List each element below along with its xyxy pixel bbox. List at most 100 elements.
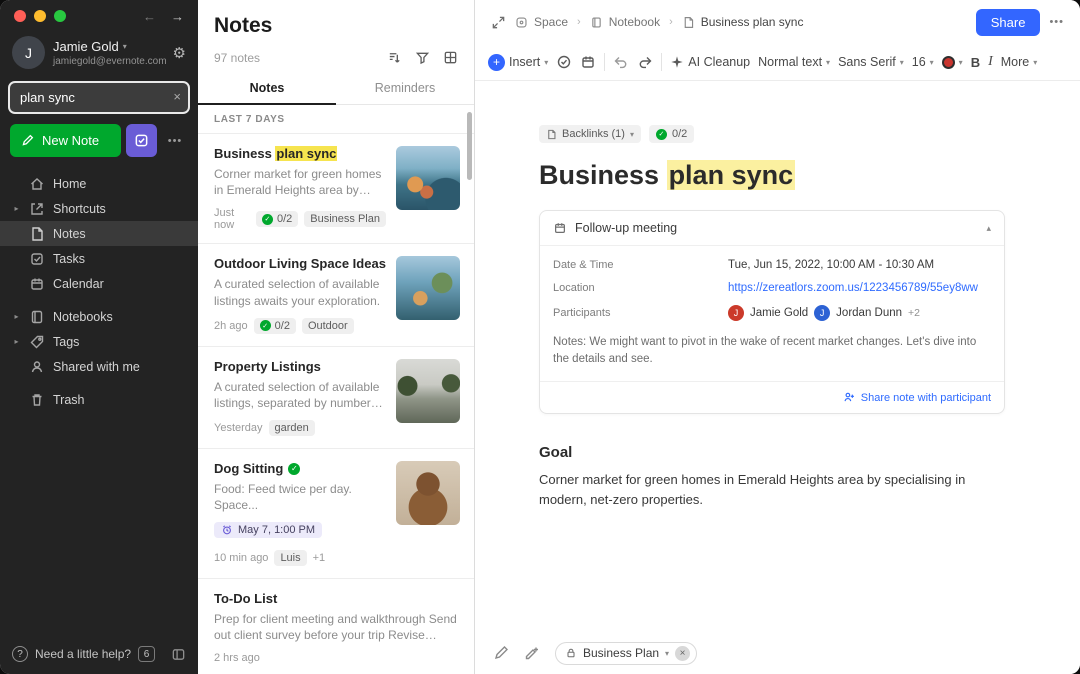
sort-icon[interactable] — [387, 50, 402, 65]
chevron-down-icon: ▾ — [544, 58, 548, 67]
insert-menu[interactable]: + Insert ▾ — [488, 54, 548, 71]
zoom-window-button[interactable] — [54, 10, 66, 22]
new-note-button[interactable]: New Note — [10, 124, 121, 157]
sidebar-item-shared-with-me[interactable]: Shared with me — [0, 354, 198, 379]
tab-notes[interactable]: Notes — [198, 73, 336, 104]
note-card-title: To-Do List — [214, 591, 460, 606]
sidebar-item-notebooks[interactable]: ▸ Notebooks — [0, 304, 198, 329]
more-formatting-menu[interactable]: More▾ — [1001, 55, 1038, 69]
breadcrumb-space[interactable]: Space — [515, 15, 568, 29]
bold-button[interactable]: B — [971, 55, 980, 70]
chevron-right-icon[interactable]: ▸ — [12, 204, 21, 213]
chevron-down-icon: ▾ — [665, 649, 669, 658]
note-card-todo-list[interactable]: To-Do List Prep for client meeting and w… — [198, 579, 474, 674]
participants-extra-count[interactable]: +2 — [908, 307, 920, 319]
share-note-with-participant-link[interactable]: Share note with participant — [843, 391, 991, 404]
completed-check-icon: ✓ — [288, 463, 300, 475]
close-window-button[interactable] — [14, 10, 26, 22]
gear-icon[interactable]: ⚙ — [173, 44, 186, 62]
account-name: Jamie Gold — [53, 39, 119, 54]
meeting-notes: Notes: We might want to pivot in the wak… — [553, 332, 991, 379]
note-tag[interactable]: Business Plan — [304, 211, 386, 227]
notes-list: Business plan sync Corner market for gre… — [198, 134, 474, 674]
minimize-window-button[interactable] — [34, 10, 46, 22]
chevron-right-icon[interactable]: ▸ — [12, 312, 21, 321]
note-card-outdoor-living[interactable]: Outdoor Living Space Ideas A curated sel… — [198, 244, 474, 346]
share-button[interactable]: Share — [976, 9, 1041, 36]
avatar[interactable]: J — [12, 36, 45, 69]
calendar-icon — [29, 276, 45, 292]
sidebar-item-calendar[interactable]: Calendar — [0, 271, 198, 296]
breadcrumb-note[interactable]: Business plan sync — [682, 15, 804, 29]
sidebar-item-label: Tasks — [53, 252, 85, 266]
view-options-icon[interactable] — [443, 50, 458, 65]
sidebar: ← → J Jamie Gold▾ jamiegold@evernote.com… — [0, 0, 198, 674]
note-more-button[interactable]: ••• — [1049, 16, 1064, 28]
font-family-select[interactable]: Sans Serif▾ — [838, 55, 904, 69]
chevron-right-icon[interactable]: ▸ — [12, 337, 21, 346]
italic-button[interactable]: I — [988, 54, 993, 70]
remove-tag-icon[interactable]: × — [675, 646, 690, 661]
help-label[interactable]: Need a little help? — [35, 647, 131, 661]
meeting-link[interactable]: https://zereatlors.zoom.us/1223456789/55… — [728, 282, 978, 294]
clear-search-icon[interactable]: × — [173, 89, 181, 104]
sidebar-item-tasks[interactable]: Tasks — [0, 246, 198, 271]
collapse-chevron-icon[interactable]: ▴ — [986, 223, 991, 234]
sidebar-item-home[interactable]: Home — [0, 171, 198, 196]
breadcrumb-notebook[interactable]: Notebook — [590, 15, 660, 29]
expand-note-icon[interactable] — [491, 15, 506, 30]
meeting-card: Follow-up meeting ▴ Date & Time Tue, Jun… — [539, 210, 1005, 414]
font-size-select[interactable]: 16▾ — [912, 55, 934, 69]
meeting-calendar-icon — [553, 221, 567, 235]
note-tag-pill[interactable]: Business Plan ▾ × — [555, 642, 697, 665]
back-arrow-icon[interactable]: ← — [143, 9, 156, 24]
editor-header: Space › Notebook › Business plan sync Sh… — [475, 0, 1080, 44]
insert-calendar-icon[interactable] — [580, 54, 596, 70]
redo-icon[interactable] — [637, 54, 653, 70]
account-info[interactable]: Jamie Gold▾ jamiegold@evernote.com — [53, 39, 165, 67]
undo-icon[interactable] — [613, 54, 629, 70]
search-input[interactable] — [8, 81, 190, 114]
note-card-business-plan-sync[interactable]: Business plan sync Corner market for gre… — [198, 134, 474, 244]
participant-name: Jamie Gold — [750, 307, 808, 319]
note-card-dog-sitting[interactable]: Dog Sitting✓ Food: Feed twice per day. S… — [198, 449, 474, 578]
note-body-text[interactable]: Corner market for green homes in Emerald… — [539, 470, 991, 510]
help-icon[interactable]: ? — [12, 646, 28, 662]
panel-toggle-icon[interactable] — [171, 647, 186, 662]
sidebar-item-label: Home — [53, 177, 86, 191]
sidebar-item-tags[interactable]: ▸ Tags — [0, 329, 198, 354]
note-card-time: Just now — [214, 207, 250, 231]
notes-list-scrollbar[interactable] — [467, 112, 472, 180]
ai-cleanup-button[interactable]: AI Cleanup — [670, 55, 750, 69]
note-card-time: 2h ago — [214, 320, 248, 332]
more-actions-button[interactable]: ••• — [162, 124, 188, 157]
extra-tags-count[interactable]: +1 — [313, 552, 326, 564]
insert-task-icon[interactable] — [556, 54, 572, 70]
color-swatch-icon — [942, 56, 955, 69]
note-title[interactable]: Business plan sync — [539, 160, 1005, 191]
sidebar-item-trash[interactable]: Trash — [0, 387, 198, 412]
tab-reminders[interactable]: Reminders — [336, 73, 474, 104]
sidebar-item-shortcuts[interactable]: ▸ Shortcuts — [0, 196, 198, 221]
task-progress-badge[interactable]: ✓ 0/2 — [649, 125, 694, 143]
new-task-button[interactable] — [126, 124, 157, 157]
note-card-property-listings[interactable]: Property Listings A curated selection of… — [198, 347, 474, 449]
text-style-select[interactable]: Normal text▾ — [758, 55, 830, 69]
text-color-picker[interactable]: ▾ — [942, 56, 963, 69]
note-tag[interactable]: Luis — [274, 550, 306, 566]
sidebar-item-notes[interactable]: Notes — [0, 221, 198, 246]
forward-arrow-icon[interactable]: → — [171, 9, 184, 24]
notes-icon — [29, 226, 45, 242]
note-tag[interactable]: garden — [269, 420, 315, 436]
goal-heading[interactable]: Goal — [539, 444, 1005, 461]
task-progress-badge: ✓0/2 — [254, 318, 296, 334]
filter-icon[interactable] — [415, 50, 430, 65]
reminder-badge[interactable]: May 7, 1:00 PM — [214, 522, 322, 538]
evernote-window: ← → J Jamie Gold▾ jamiegold@evernote.com… — [0, 0, 1080, 674]
marker-pen-icon[interactable] — [493, 645, 509, 661]
person-add-icon — [843, 391, 856, 404]
sidebar-item-label: Shortcuts — [53, 202, 106, 216]
backlinks-badge[interactable]: Backlinks (1) ▾ — [539, 125, 641, 143]
pen-add-icon[interactable] — [524, 645, 540, 661]
note-tag[interactable]: Outdoor — [302, 318, 354, 334]
